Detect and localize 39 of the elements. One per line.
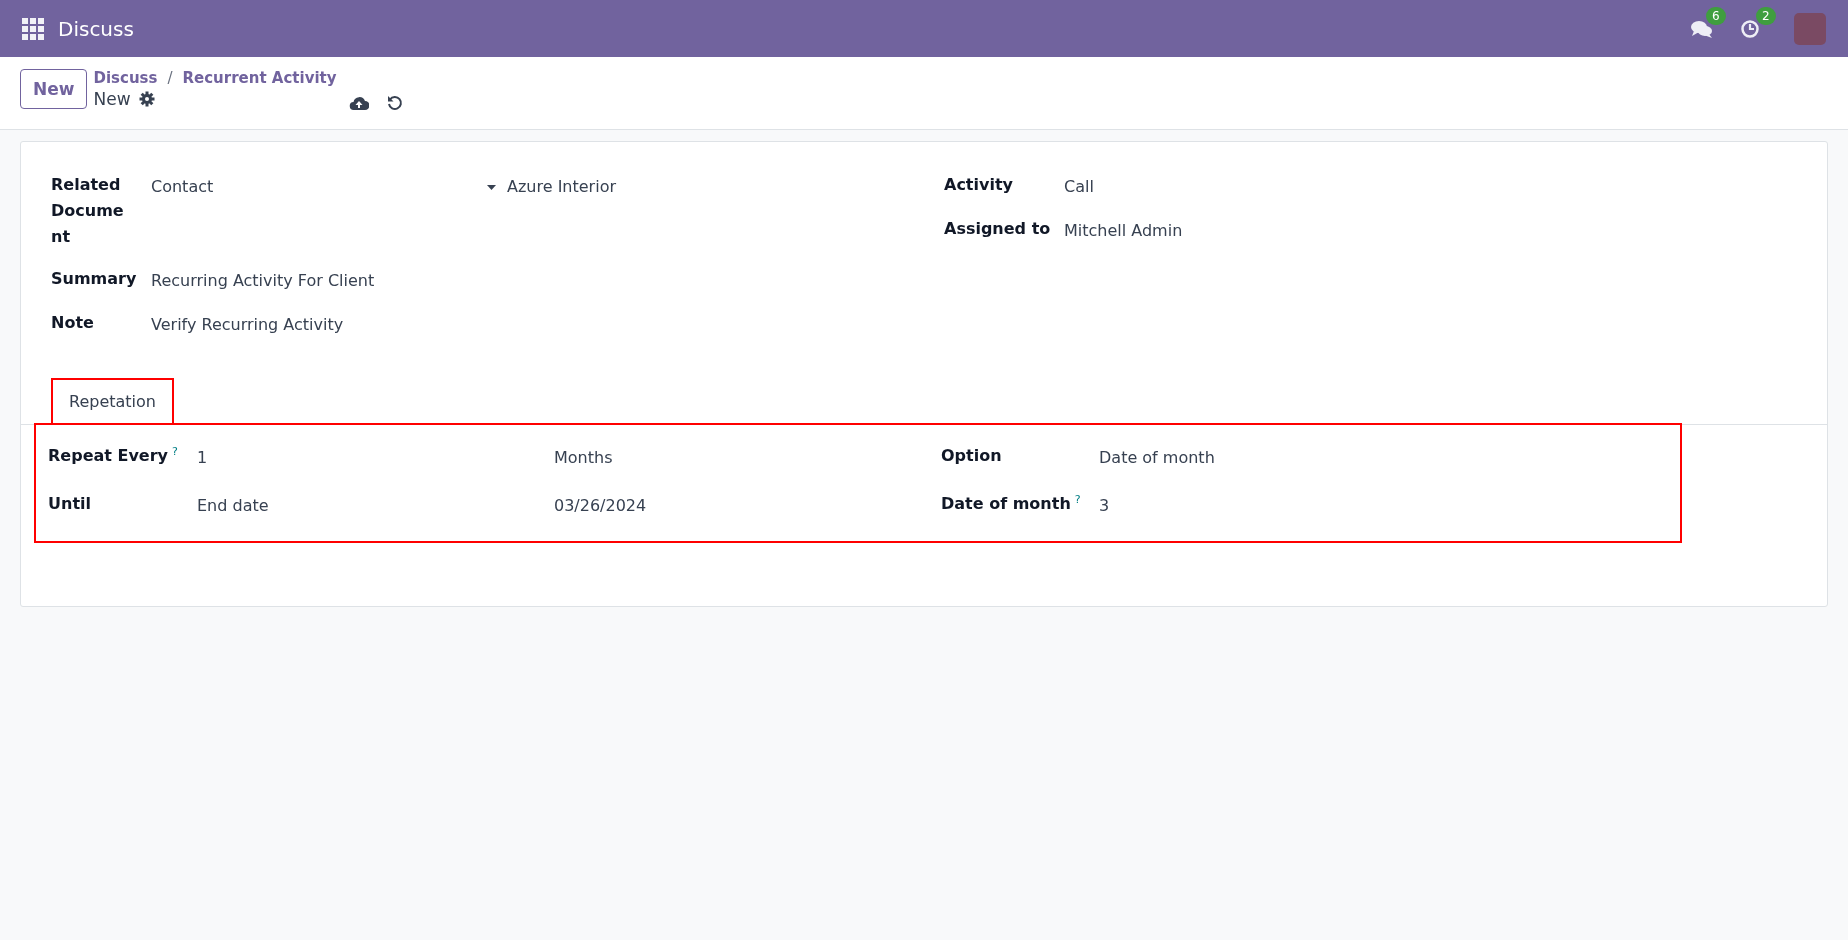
field-value[interactable]: Mitchell Admin bbox=[1064, 216, 1827, 244]
help-icon[interactable]: ? bbox=[1074, 492, 1081, 506]
app-title: Discuss bbox=[58, 16, 134, 41]
clock-icon[interactable] bbox=[1740, 18, 1760, 39]
field-value[interactable]: Verify Recurring Activity bbox=[151, 310, 944, 338]
field-label: Note bbox=[51, 312, 95, 334]
field-label: Date of month bbox=[941, 494, 1071, 513]
field-value[interactable]: Call bbox=[1064, 172, 1827, 200]
gear-icon[interactable] bbox=[138, 91, 155, 107]
activity-count-badge: 2 bbox=[1756, 6, 1776, 25]
message-count-badge: 6 bbox=[1706, 6, 1726, 25]
field-value[interactable]: Date of month bbox=[1099, 443, 1668, 471]
field-value[interactable]: 03/26/2024 bbox=[554, 491, 941, 519]
field-label: Assigned to bbox=[944, 218, 1052, 240]
new-button[interactable]: New bbox=[20, 69, 88, 109]
model-select[interactable]: Contact bbox=[151, 174, 487, 200]
field-value[interactable]: 3 bbox=[1099, 491, 1668, 519]
help-icon[interactable]: ? bbox=[172, 444, 178, 458]
field-label: Related Document bbox=[51, 174, 125, 248]
chat-icon[interactable] bbox=[1690, 18, 1714, 39]
undo-icon[interactable] bbox=[386, 95, 403, 111]
field-label: Until bbox=[48, 494, 91, 513]
record-field[interactable]: Azure Interior bbox=[507, 174, 944, 200]
cloud-upload-icon[interactable] bbox=[348, 95, 369, 111]
field-value[interactable]: Recurring Activity For Client bbox=[151, 266, 944, 294]
field-label: Activity bbox=[944, 174, 1014, 196]
tab[interactable]: Repetation bbox=[51, 378, 174, 425]
record-title: New bbox=[93, 89, 131, 109]
field-label: Option bbox=[941, 446, 1002, 465]
caret-icon[interactable] bbox=[487, 185, 496, 190]
field-value[interactable]: Months bbox=[554, 443, 941, 471]
field-label: Summary bbox=[51, 268, 138, 290]
breadcrumb-link[interactable]: Discuss bbox=[93, 69, 158, 87]
field-value[interactable]: End date bbox=[197, 491, 554, 519]
field-value[interactable]: 1 bbox=[197, 443, 554, 471]
breadcrumb-separator: / bbox=[167, 69, 173, 87]
breadcrumb-link[interactable]: Recurrent Activity bbox=[182, 69, 337, 87]
apps-menu-icon[interactable] bbox=[22, 17, 44, 40]
field-label: Repeat Every bbox=[48, 446, 169, 465]
